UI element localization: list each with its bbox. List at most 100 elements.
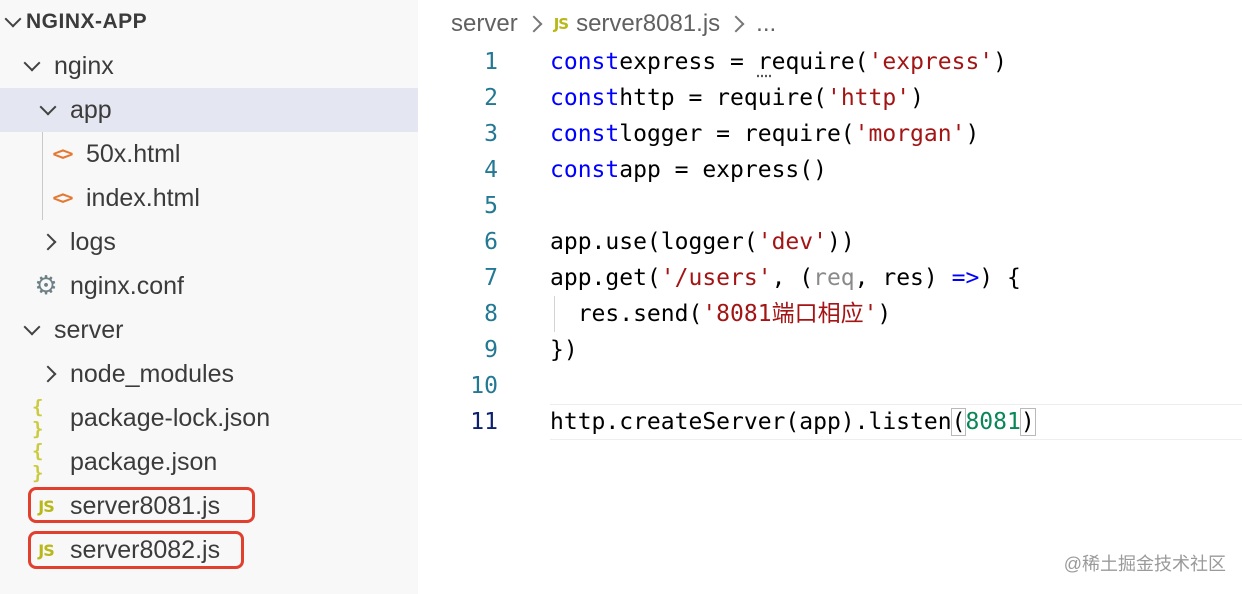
chevron-right-icon [525, 15, 543, 33]
tree-item-label: 50x.html [86, 139, 181, 168]
breadcrumb-more[interactable]: ... [756, 10, 776, 38]
html-file-icon: <> [52, 143, 74, 165]
code-token: logger = require( [619, 121, 855, 147]
code-token: }) [550, 337, 578, 363]
html-file-icon: <> [52, 187, 74, 209]
code-line[interactable]: 11 http.createServer(app).listen(8081) [440, 404, 1242, 440]
highlight-box-server8081 [28, 487, 255, 523]
tree-item-label: logs [70, 227, 116, 256]
line-number: 1 [484, 49, 498, 75]
code-line[interactable]: 10 [440, 368, 1242, 404]
line-number: 6 [484, 229, 498, 255]
tree-item-node-modules[interactable]: node_modules [0, 352, 418, 396]
watermark: @稀土掘金技术社区 [1063, 554, 1226, 574]
code-text: constlogger = require('morgan') [550, 116, 979, 152]
line-number: 7 [484, 265, 498, 291]
keyword-token: const [550, 157, 620, 183]
string-token: 'morgan' [854, 121, 966, 147]
code-token: req [813, 265, 855, 291]
tree-item-50x-html[interactable]: <> 50x.html [0, 132, 418, 176]
code-token: , res) [854, 265, 952, 291]
json-file-icon: { } [32, 396, 43, 440]
code-token: express = [619, 49, 758, 75]
code-token: http.createServer(app).listen [550, 409, 952, 435]
line-number: 11 [470, 409, 498, 435]
code-token: app.get( [550, 265, 661, 291]
line-number: 10 [470, 373, 498, 399]
line-number: 3 [484, 121, 498, 147]
breadcrumb-file[interactable]: server8081.js [576, 10, 720, 38]
code-line[interactable]: 1 constexpress = require('express') [440, 44, 1242, 80]
breadcrumb: server JS server8081.js ... [451, 6, 776, 42]
line-number: 4 [484, 157, 498, 183]
tree-item-label: nginx.conf [70, 271, 184, 300]
line-number: 9 [484, 337, 498, 363]
tree-item-nginx-conf[interactable]: ⚙ nginx.conf [0, 264, 418, 308]
tree-item-label: nginx [54, 51, 114, 80]
explorer-root-nginx-app[interactable]: NGINX-APP [0, 0, 418, 44]
code-line[interactable]: 9}) [440, 332, 1242, 368]
code-line[interactable]: 6 app.use(logger('dev')) [440, 224, 1242, 260]
code-token: equire( [771, 49, 869, 75]
javascript-file-icon: JS [553, 15, 569, 33]
code-text: http.createServer(app).listen(8081) [550, 404, 1036, 440]
code-text: app.use(logger('dev')) [550, 224, 855, 260]
code-text: constexpress = require('express') [550, 44, 1007, 80]
code-token: )) [826, 229, 855, 255]
code-token: ) [910, 85, 924, 111]
file-explorer: NGINX-APP nginx app <> 50x.html <> index… [0, 0, 418, 594]
chevron-down-icon [23, 308, 41, 352]
code-token: http = require( [619, 85, 827, 111]
code-text: constapp = express() [550, 152, 827, 188]
chevron-right-icon [39, 220, 57, 264]
tree-item-label: package.json [70, 447, 218, 476]
code-token: r [757, 49, 772, 75]
number-token: 8081 [965, 409, 1021, 435]
code-line[interactable]: 8 res.send('8081端口相应') [440, 296, 1242, 332]
chevron-down-icon [23, 44, 41, 88]
code-line[interactable]: 3 constlogger = require('morgan') [440, 116, 1242, 152]
line-number: 5 [484, 193, 498, 219]
tree-item-package-lock-json[interactable]: { } package-lock.json [0, 396, 418, 440]
tree-item-label: package-lock.json [70, 403, 271, 432]
code-line[interactable]: 7 app.get('/users', (req, res) =>) { [440, 260, 1242, 296]
code-token: ) [1019, 408, 1036, 436]
string-token: 'dev' [757, 229, 827, 255]
highlight-box-server8082 [28, 531, 244, 569]
tree-item-server[interactable]: server [0, 308, 418, 352]
code-text: res.send('8081端口相应') [550, 296, 892, 332]
tree-item-app[interactable]: app [0, 88, 418, 132]
tree-item-index-html[interactable]: <> index.html [0, 176, 418, 220]
line-number: 2 [484, 85, 498, 111]
code-line[interactable]: 4 constapp = express() [440, 152, 1242, 188]
code-token: ) [993, 49, 1008, 75]
keyword-token: const [550, 85, 620, 111]
tree-item-logs[interactable]: logs [0, 220, 418, 264]
code-token: app.use(logger( [550, 229, 758, 255]
string-token: 'express' [868, 49, 994, 75]
code-token: app = express() [619, 157, 827, 183]
json-file-icon: { } [32, 440, 43, 484]
code-token: ) [965, 121, 980, 147]
string-token: 'http' [826, 85, 911, 111]
chevron-down-icon [39, 88, 57, 132]
code-text: consthttp = require('http') [550, 80, 924, 116]
line-number: 8 [484, 301, 498, 327]
explorer-root-label: NGINX-APP [26, 10, 148, 33]
keyword-token: const [550, 49, 620, 75]
code-line[interactable]: 5 [440, 188, 1242, 224]
tree-item-label: server [54, 315, 124, 344]
gear-icon: ⚙ [34, 271, 58, 301]
tree-item-package-json[interactable]: { } package.json [0, 440, 418, 484]
tree-item-label: node_modules [70, 359, 235, 388]
chevron-down-icon [4, 0, 22, 44]
chevron-right-icon [727, 15, 745, 33]
breadcrumb-folder[interactable]: server [451, 10, 518, 38]
code-text: }) [550, 332, 578, 368]
tree-item-label: app [70, 95, 112, 124]
code-token: , ( [771, 265, 814, 291]
code-token: ) [877, 301, 892, 327]
code-text: app.get('/users', (req, res) =>) { [550, 260, 1021, 296]
tree-item-nginx[interactable]: nginx [0, 44, 418, 88]
code-line[interactable]: 2 consthttp = require('http') [440, 80, 1242, 116]
